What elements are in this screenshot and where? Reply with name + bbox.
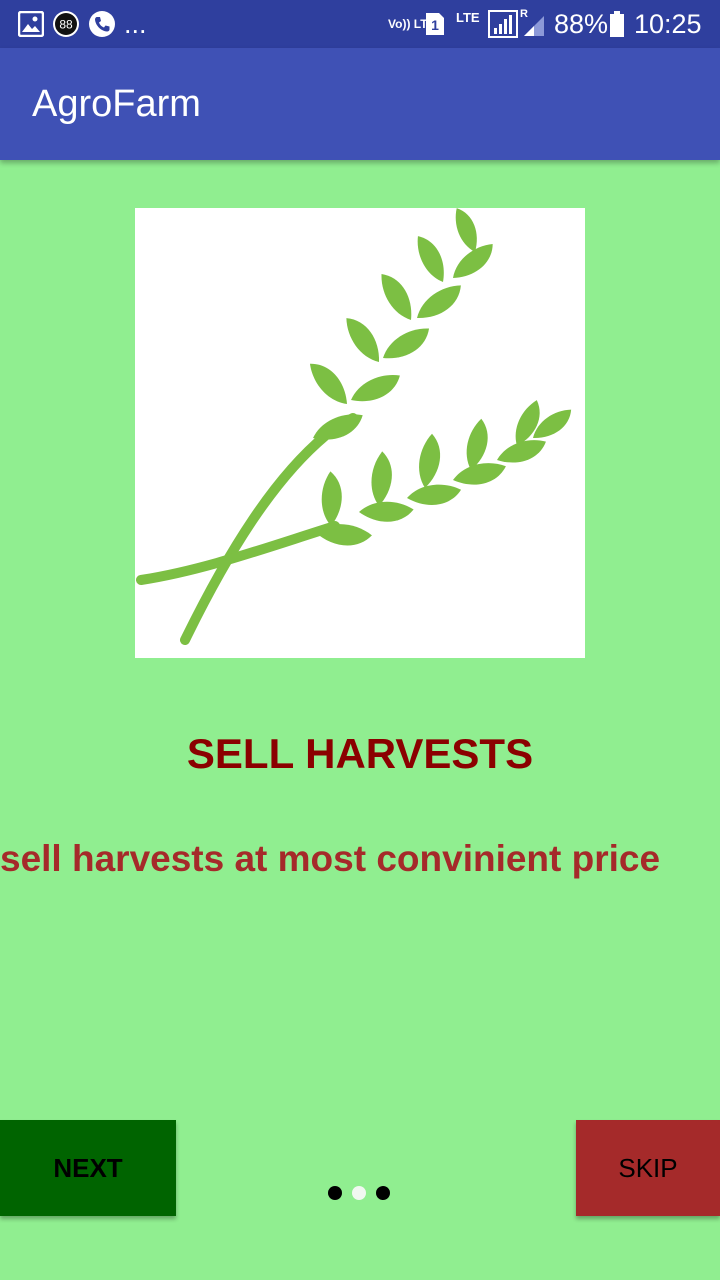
gallery-notification-icon bbox=[18, 0, 44, 48]
network-label: LTE bbox=[456, 10, 480, 25]
phone-call-icon bbox=[88, 0, 116, 48]
slide-title: SELL HARVESTS bbox=[186, 730, 534, 777]
slide-description: sell harvests at most convinient price bbox=[0, 838, 661, 879]
sim-slot-number: 1 bbox=[431, 17, 439, 33]
signal-strength-2-icon bbox=[522, 0, 546, 48]
app-title: AgroFarm bbox=[32, 83, 201, 125]
slide-image bbox=[135, 208, 585, 658]
more-notifications: ... bbox=[124, 8, 147, 39]
sim-slot-icon: 1 bbox=[424, 0, 446, 48]
notification-count: 88 bbox=[59, 18, 73, 32]
notification-count-icon: 88 bbox=[52, 0, 80, 48]
wheat-icon bbox=[136, 208, 578, 645]
battery-percent: 88% bbox=[554, 8, 609, 39]
app-bar: AgroFarm bbox=[0, 48, 720, 160]
page-dot[interactable] bbox=[328, 1186, 342, 1200]
clock: 10:25 bbox=[634, 8, 702, 39]
signal-strength-icon bbox=[488, 0, 518, 48]
network-type: LTE bbox=[456, 0, 480, 48]
page-dot[interactable] bbox=[376, 1186, 390, 1200]
page-dot-active[interactable] bbox=[352, 1186, 366, 1200]
battery-icon bbox=[608, 0, 626, 48]
next-button[interactable]: NEXT bbox=[0, 1120, 176, 1216]
skip-button[interactable]: SKIP bbox=[576, 1120, 720, 1216]
status-bar: 88 ... Vo)) LTE 1 LTE R 88% 10:25 bbox=[0, 0, 720, 48]
page-indicator bbox=[328, 1186, 390, 1200]
